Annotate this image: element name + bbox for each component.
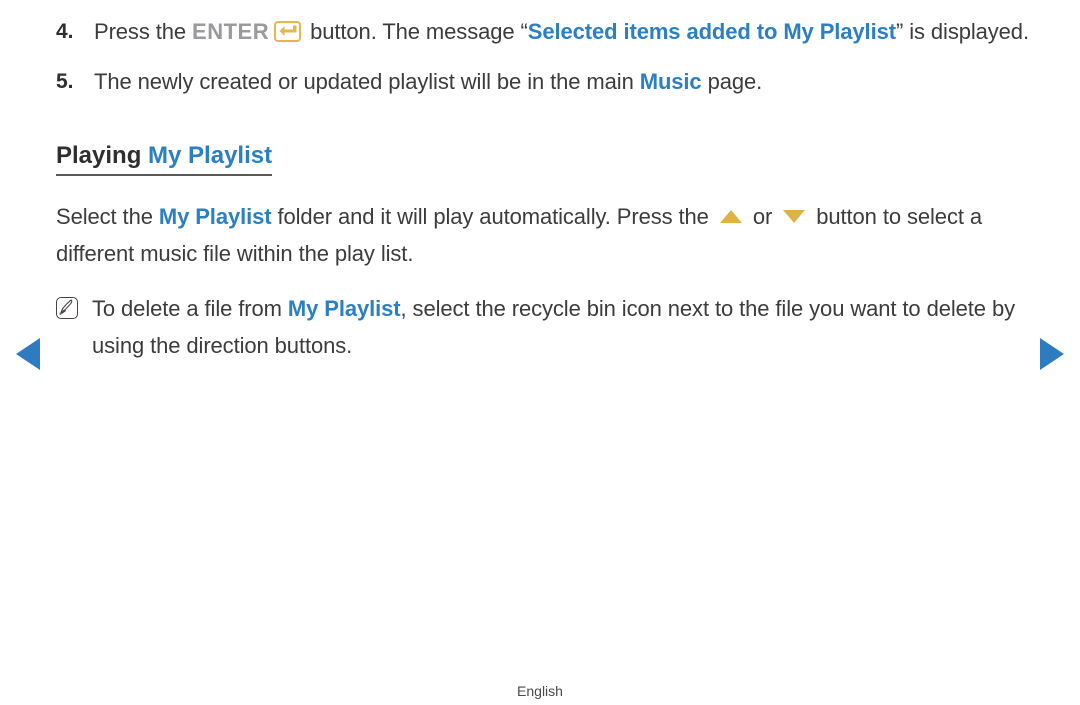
list-item: 4. Press the ENTER button. The message “… — [56, 14, 1036, 50]
step4-prefix: Press the — [94, 19, 193, 44]
para-or: or — [746, 204, 779, 229]
note-my-playlist-link: My Playlist — [287, 296, 401, 321]
list-item: 5. The newly created or updated playlist… — [56, 64, 1036, 100]
prev-page-arrow-icon[interactable] — [16, 338, 40, 370]
step5-suffix: page. — [701, 69, 763, 94]
step4-tail: ” is displayed. — [895, 19, 1029, 44]
para-prefix: Select the — [56, 204, 159, 229]
triangle-up-icon — [719, 210, 742, 223]
enter-key-icon — [274, 21, 302, 42]
step-number: 4. — [56, 20, 74, 43]
step4-mid: button. The message “ — [304, 19, 528, 44]
triangle-down-icon — [783, 210, 806, 223]
note-prefix: To delete a file from — [92, 296, 288, 321]
para-mid: folder and it will play automatically. P… — [271, 204, 715, 229]
note-pencil-icon — [56, 297, 78, 319]
step-text: Press the ENTER button. The message “Sel… — [94, 14, 1036, 50]
page-title: Playing My Playlist — [56, 140, 273, 176]
step5-prefix: The newly created or updated playlist wi… — [94, 69, 640, 94]
section-heading-blue: My Playlist — [148, 142, 273, 169]
note-block: To delete a file from My Playlist, selec… — [56, 290, 1036, 364]
step-text: The newly created or updated playlist wi… — [94, 64, 1036, 100]
next-page-arrow-icon[interactable] — [1040, 338, 1064, 370]
step5-music-link: Music — [639, 69, 702, 94]
footer-language: English — [517, 683, 563, 699]
step-number: 5. — [56, 70, 74, 93]
section-heading-plain: Playing — [56, 142, 142, 169]
manual-page: 4. Press the ENTER button. The message “… — [0, 0, 1080, 705]
content-column: 4. Press the ENTER button. The message “… — [56, 14, 1036, 364]
para-my-playlist-link: My Playlist — [158, 204, 272, 229]
step4-message-blue: Selected items added to My — [527, 19, 814, 44]
enter-key-label: ENTER — [192, 19, 270, 44]
note-text: To delete a file from My Playlist, selec… — [92, 290, 1036, 364]
body-paragraph: Select the My Playlist folder and it wil… — [56, 198, 1036, 272]
step4-message-blue-cont: Playlist — [819, 19, 896, 44]
